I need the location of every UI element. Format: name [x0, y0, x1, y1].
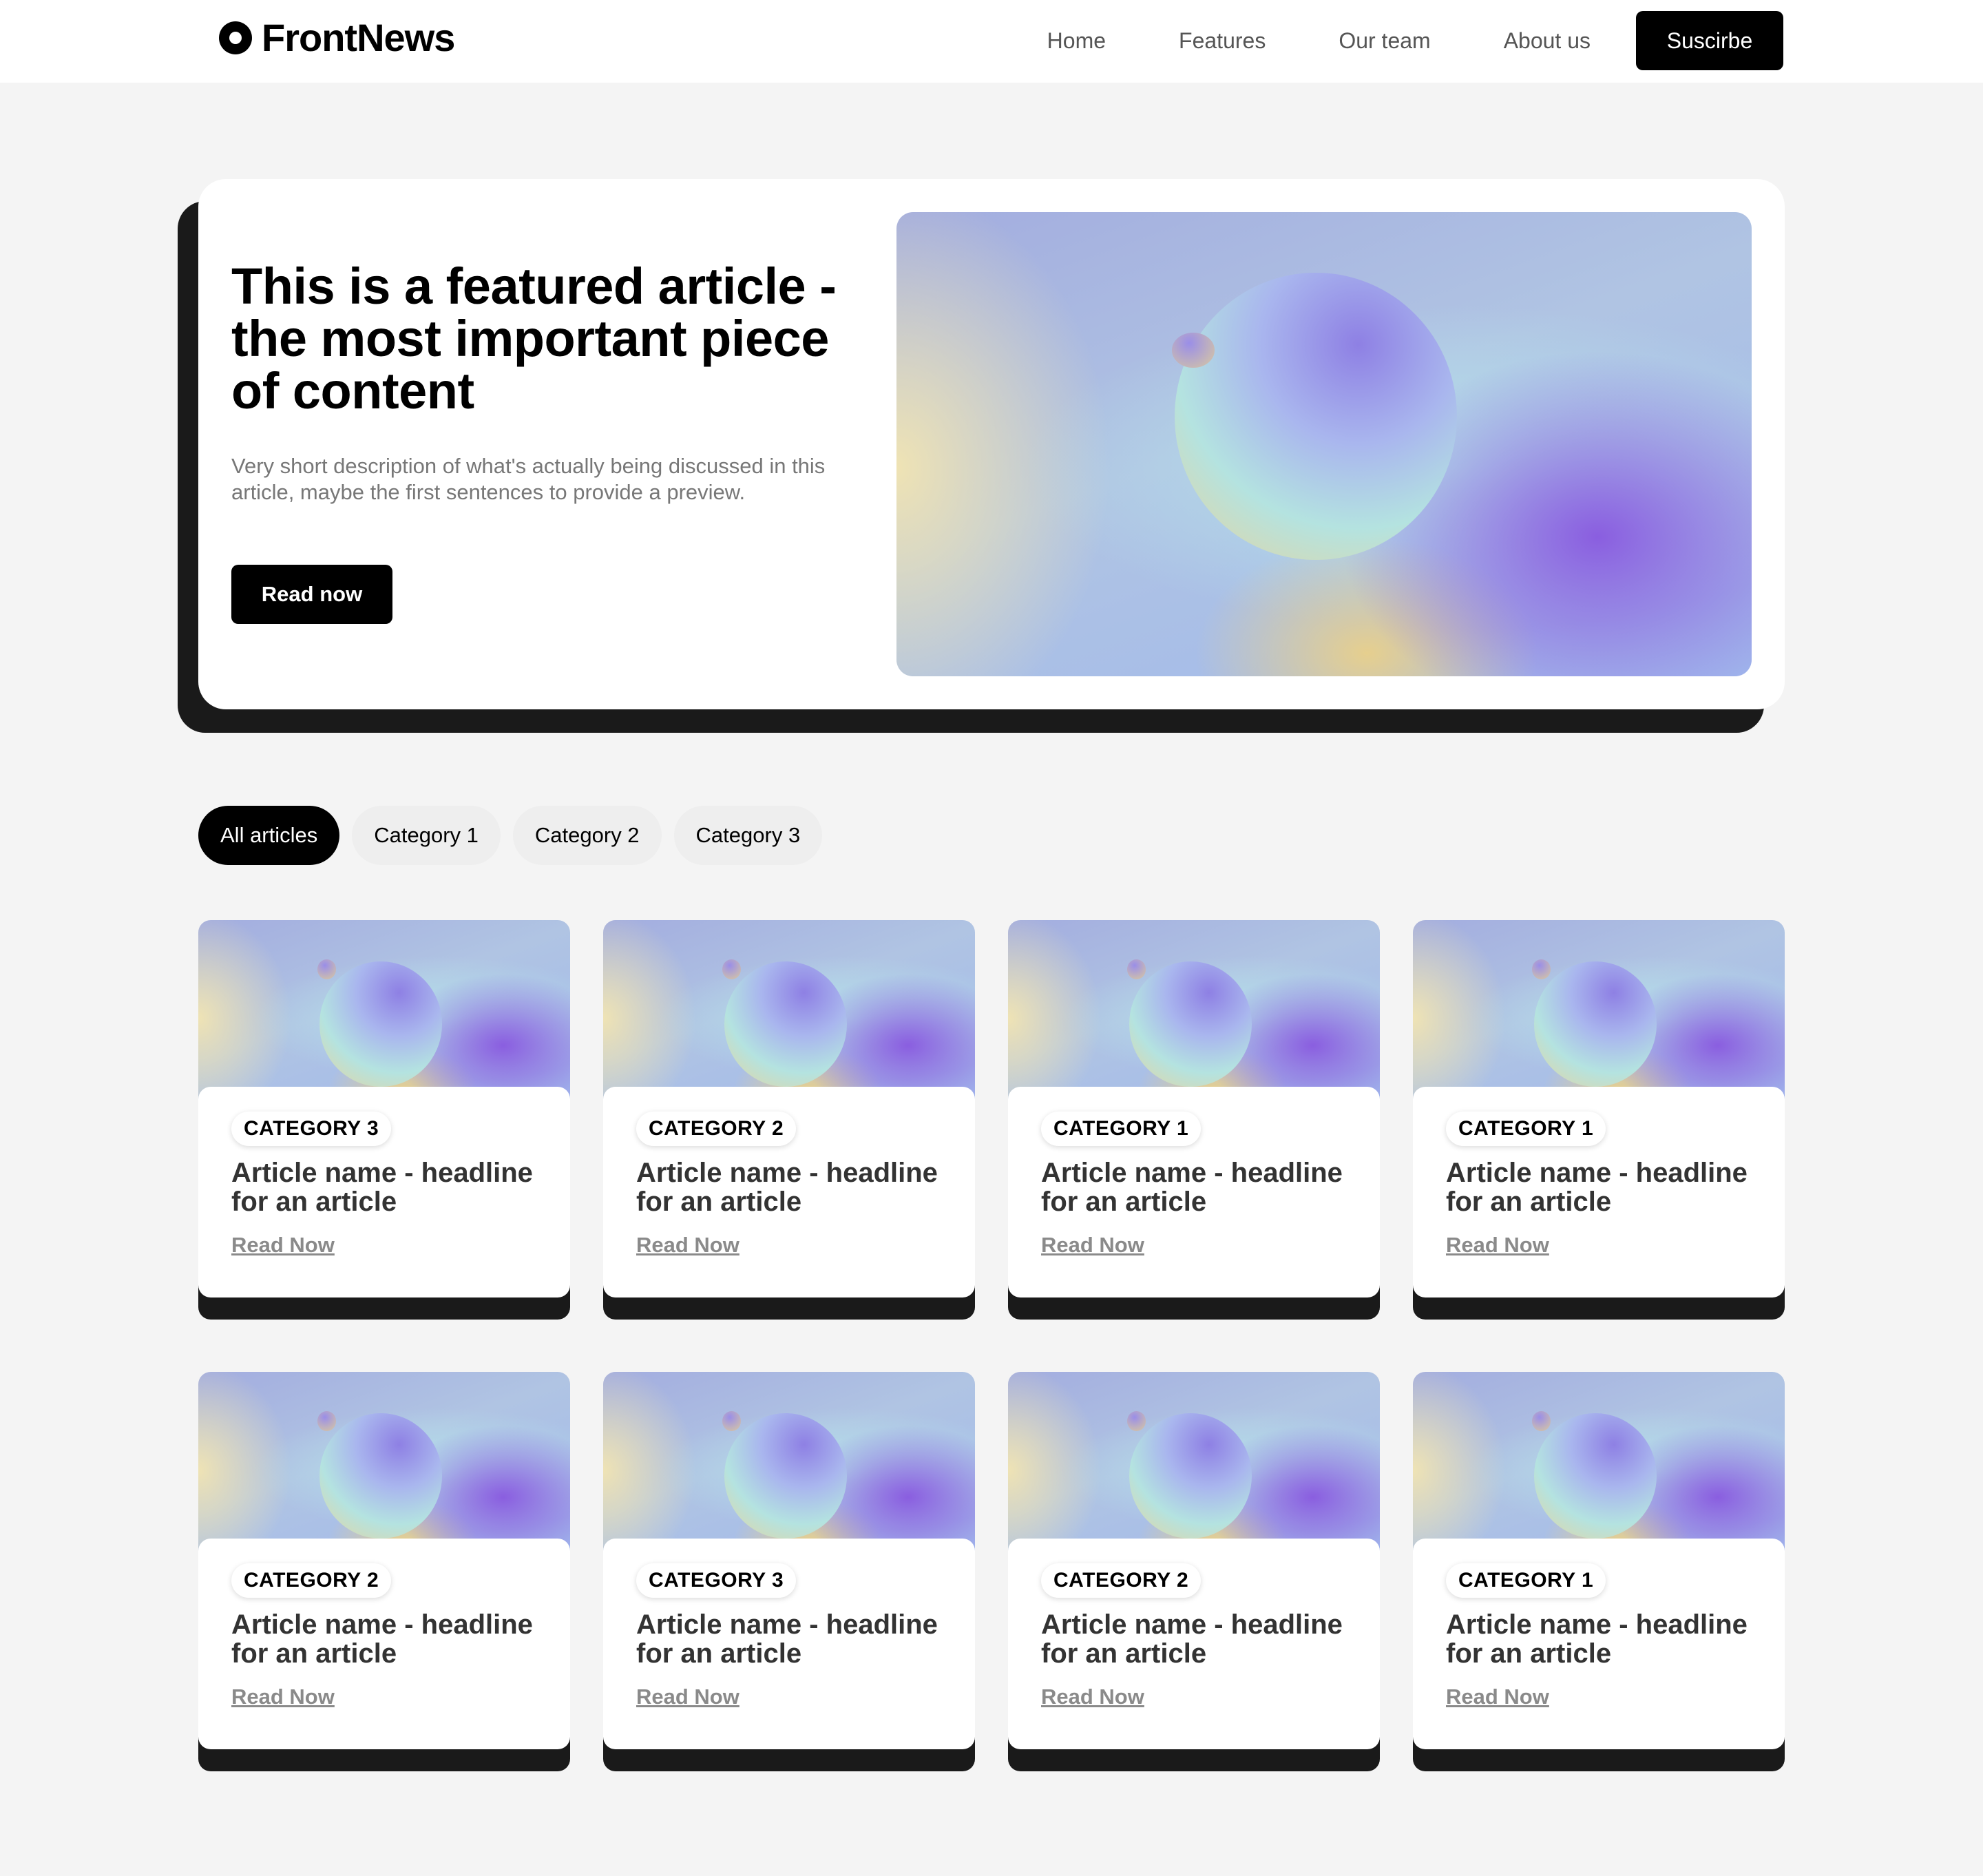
card-body: CATEGORY 2 Article name - headline for a… — [198, 1539, 570, 1749]
small-sphere-shape — [1531, 1411, 1551, 1431]
chip-category-2[interactable]: Category 2 — [512, 806, 662, 865]
main-nav: Home Features Our team About us Suscirbe — [1047, 11, 1783, 70]
article-image[interactable] — [1413, 920, 1785, 1099]
abstract-art-image — [1413, 920, 1785, 1099]
sphere-shape — [1129, 1413, 1252, 1539]
abstract-art-image — [896, 212, 1752, 676]
chip-all-articles[interactable]: All articles — [198, 806, 340, 865]
sphere-shape — [724, 961, 847, 1087]
nav-features[interactable]: Features — [1179, 11, 1266, 70]
article-image[interactable] — [1413, 1372, 1785, 1551]
category-badge: CATEGORY 2 — [636, 1112, 797, 1146]
nav-home[interactable]: Home — [1047, 11, 1106, 70]
logo-text: FrontNews — [262, 16, 455, 59]
article-title[interactable]: Article name - headline for an article — [1041, 1610, 1358, 1668]
article-title[interactable]: Article name - headline for an article — [1446, 1610, 1763, 1668]
small-sphere-shape — [722, 1411, 741, 1431]
sphere-shape — [1533, 961, 1657, 1087]
article-image[interactable] — [1008, 1372, 1380, 1551]
sphere-shape — [1129, 961, 1252, 1087]
featured-image[interactable] — [896, 212, 1752, 676]
logo-icon — [219, 21, 252, 54]
category-badge: CATEGORY 2 — [1041, 1563, 1202, 1598]
article-title[interactable]: Article name - headline for an article — [231, 1158, 548, 1216]
card-body: CATEGORY 3 Article name - headline for a… — [603, 1539, 975, 1749]
sphere-shape — [1533, 1413, 1657, 1539]
article-title[interactable]: Article name - headline for an article — [636, 1610, 953, 1668]
featured-article: This is a featured article - the most im… — [198, 179, 1785, 709]
category-badge: CATEGORY 1 — [1446, 1112, 1606, 1146]
featured-title: This is a featured article - the most im… — [231, 258, 837, 419]
logo[interactable]: FrontNews — [219, 15, 455, 60]
read-now-link[interactable]: Read Now — [1041, 1233, 1144, 1258]
sphere-shape — [1174, 272, 1457, 561]
abstract-art-image — [1008, 920, 1380, 1099]
abstract-art-image — [198, 920, 570, 1099]
category-filter: All articles Category 1 Category 2 Categ… — [198, 806, 835, 865]
card-body: CATEGORY 3 Article name - headline for a… — [198, 1087, 570, 1297]
read-now-link[interactable]: Read Now — [1041, 1685, 1144, 1709]
article-card[interactable]: CATEGORY 1 Article name - headline for a… — [1413, 1372, 1785, 1771]
small-sphere-shape — [1126, 1411, 1146, 1431]
card-body: CATEGORY 2 Article name - headline for a… — [603, 1087, 975, 1297]
sphere-shape — [319, 961, 442, 1087]
article-card[interactable]: CATEGORY 1 Article name - headline for a… — [1008, 920, 1380, 1320]
read-now-button[interactable]: Read now — [231, 565, 392, 624]
read-now-link[interactable]: Read Now — [231, 1685, 335, 1709]
read-now-link[interactable]: Read Now — [231, 1233, 335, 1258]
card-body: CATEGORY 1 Article name - headline for a… — [1413, 1539, 1785, 1749]
category-badge: CATEGORY 3 — [231, 1112, 392, 1146]
article-card[interactable]: CATEGORY 3 Article name - headline for a… — [603, 1372, 975, 1771]
card-body: CATEGORY 1 Article name - headline for a… — [1413, 1087, 1785, 1297]
subscribe-button[interactable]: Suscirbe — [1636, 11, 1783, 70]
read-now-link[interactable]: Read Now — [636, 1233, 739, 1258]
site-header: FrontNews Home Features Our team About u… — [0, 0, 1983, 83]
nav-our-team[interactable]: Our team — [1339, 11, 1430, 70]
article-title[interactable]: Article name - headline for an article — [1041, 1158, 1358, 1216]
card-body: CATEGORY 1 Article name - headline for a… — [1008, 1087, 1380, 1297]
nav-about-us[interactable]: About us — [1504, 11, 1591, 70]
article-image[interactable] — [198, 920, 570, 1099]
category-badge: CATEGORY 2 — [231, 1563, 392, 1598]
article-title[interactable]: Article name - headline for an article — [1446, 1158, 1763, 1216]
article-card[interactable]: CATEGORY 2 Article name - headline for a… — [1008, 1372, 1380, 1771]
article-image[interactable] — [1008, 920, 1380, 1099]
article-image[interactable] — [603, 920, 975, 1099]
read-now-link[interactable]: Read Now — [1446, 1233, 1549, 1258]
article-title[interactable]: Article name - headline for an article — [231, 1610, 548, 1668]
article-image[interactable] — [198, 1372, 570, 1551]
small-sphere-shape — [722, 959, 741, 979]
abstract-art-image — [603, 1372, 975, 1551]
article-image[interactable] — [603, 1372, 975, 1551]
sphere-shape — [724, 1413, 847, 1539]
article-card[interactable]: CATEGORY 3 Article name - headline for a… — [198, 920, 570, 1320]
small-sphere-shape — [1126, 959, 1146, 979]
abstract-art-image — [1413, 1372, 1785, 1551]
category-badge: CATEGORY 1 — [1446, 1563, 1606, 1598]
small-sphere-shape — [1531, 959, 1551, 979]
small-sphere-shape — [317, 959, 336, 979]
read-now-link[interactable]: Read Now — [636, 1685, 739, 1709]
small-sphere-shape — [317, 1411, 336, 1431]
article-card[interactable]: CATEGORY 2 Article name - headline for a… — [198, 1372, 570, 1771]
read-now-link[interactable]: Read Now — [1446, 1685, 1549, 1709]
chip-category-1[interactable]: Category 1 — [352, 806, 501, 865]
small-sphere-shape — [1171, 333, 1215, 368]
abstract-art-image — [603, 920, 975, 1099]
chip-category-3[interactable]: Category 3 — [673, 806, 823, 865]
category-badge: CATEGORY 1 — [1041, 1112, 1202, 1146]
article-card[interactable]: CATEGORY 2 Article name - headline for a… — [603, 920, 975, 1320]
article-card[interactable]: CATEGORY 1 Article name - headline for a… — [1413, 920, 1785, 1320]
article-title[interactable]: Article name - headline for an article — [636, 1158, 953, 1216]
category-badge: CATEGORY 3 — [636, 1563, 797, 1598]
sphere-shape — [319, 1413, 442, 1539]
abstract-art-image — [1008, 1372, 1380, 1551]
card-body: CATEGORY 2 Article name - headline for a… — [1008, 1539, 1380, 1749]
abstract-art-image — [198, 1372, 570, 1551]
featured-description: Very short description of what's actuall… — [231, 454, 826, 504]
